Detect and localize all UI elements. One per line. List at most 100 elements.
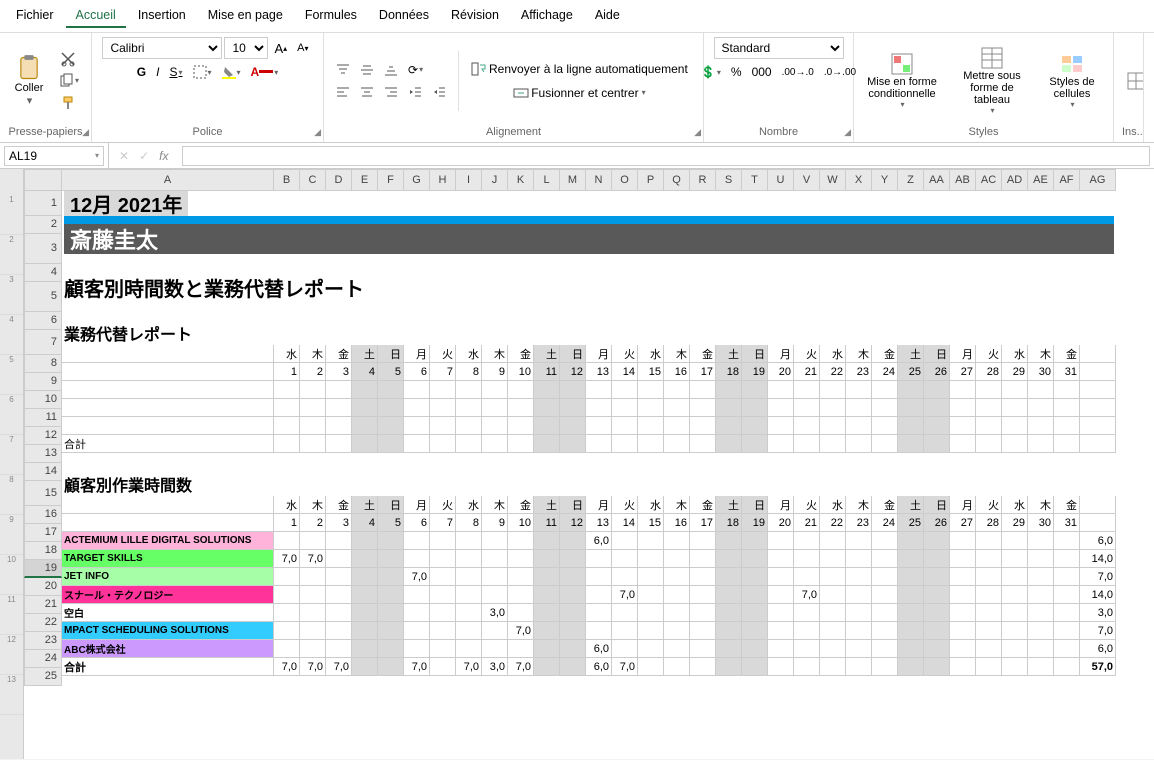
underline-button[interactable]: S▾ [165,63,186,81]
col-header-C[interactable]: C [300,169,326,191]
enter-formula-button[interactable]: ✓ [135,147,153,165]
align-middle-button[interactable] [356,61,378,79]
row-header-22[interactable]: 22 [24,614,62,632]
font-name-select[interactable]: Calibri [102,37,222,59]
comma-button[interactable]: 000 [748,63,776,81]
select-all-corner[interactable] [24,169,62,191]
col-header-K[interactable]: K [508,169,534,191]
col-header-L[interactable]: L [534,169,560,191]
row-header-14[interactable]: 14 [24,463,62,481]
align-bottom-button[interactable] [380,61,402,79]
menu-accueil[interactable]: Accueil [66,4,126,28]
col-header-AF[interactable]: AF [1054,169,1080,191]
col-header-AE[interactable]: AE [1028,169,1054,191]
borders-button[interactable]: ▾ [189,63,216,81]
row-header-11[interactable]: 11 [24,409,62,427]
row-header-5[interactable]: 5 [24,282,62,312]
italic-button[interactable]: I [152,63,163,81]
decrease-font-button[interactable]: A▾ [293,40,312,56]
row-header-8[interactable]: 8 [24,355,62,373]
col-header-P[interactable]: P [638,169,664,191]
format-painter-button[interactable] [54,93,83,113]
row-header-3[interactable]: 3 [24,234,62,264]
menu-donnees[interactable]: Données [369,4,439,28]
col-header-AA[interactable]: AA [924,169,950,191]
col-header-V[interactable]: V [794,169,820,191]
col-header-G[interactable]: G [404,169,430,191]
paste-button[interactable]: Coller ▾ [8,52,50,109]
fill-color-button[interactable]: ▾ [218,63,245,81]
increase-decimal-button[interactable]: .00→.0 [778,65,818,80]
row-header-9[interactable]: 9 [24,373,62,391]
bold-button[interactable]: G [133,63,150,81]
col-header-R[interactable]: R [690,169,716,191]
col-header-J[interactable]: J [482,169,508,191]
row-header-12[interactable]: 12 [24,427,62,445]
align-top-button[interactable] [332,61,354,79]
col-header-B[interactable]: B [274,169,300,191]
col-header-A[interactable]: A [62,169,274,191]
col-header-X[interactable]: X [846,169,872,191]
col-header-AC[interactable]: AC [976,169,1002,191]
font-size-select[interactable]: 10 [224,37,268,59]
col-header-O[interactable]: O [612,169,638,191]
menu-aide[interactable]: Aide [585,4,630,28]
insert-cells-button[interactable] [1122,69,1144,93]
col-header-H[interactable]: H [430,169,456,191]
col-header-I[interactable]: I [456,169,482,191]
col-header-U[interactable]: U [768,169,794,191]
col-header-M[interactable]: M [560,169,586,191]
row-header-18[interactable]: 18 [24,542,62,560]
col-header-F[interactable]: F [378,169,404,191]
fx-button[interactable]: fx [155,147,172,165]
row-header-4[interactable]: 4 [24,264,62,282]
col-header-Y[interactable]: Y [872,169,898,191]
align-left-button[interactable] [332,83,354,101]
col-header-D[interactable]: D [326,169,352,191]
col-header-S[interactable]: S [716,169,742,191]
orientation-button[interactable]: ⟳▾ [404,61,427,79]
clipboard-launcher[interactable]: ◢ [82,127,89,138]
menu-revision[interactable]: Révision [441,4,509,28]
conditional-format-button[interactable]: Mise en forme conditionnelle▾ [862,50,942,111]
col-header-AD[interactable]: AD [1002,169,1028,191]
cancel-formula-button[interactable]: ✕ [115,147,133,165]
menu-affichage[interactable]: Affichage [511,4,583,28]
menu-insertion[interactable]: Insertion [128,4,196,28]
align-center-button[interactable] [356,83,378,101]
row-header-2[interactable]: 2 [24,216,62,234]
formula-input[interactable] [182,146,1150,166]
row-header-1[interactable]: 1 [24,191,62,216]
format-table-button[interactable]: Mettre sous forme de tableau▾ [952,44,1032,117]
cell-styles-button[interactable]: Styles de cellules▾ [1042,50,1102,111]
number-launcher[interactable]: ◢ [844,127,851,138]
font-color-button[interactable]: A▾ [247,63,283,81]
row-header-16[interactable]: 16 [24,506,62,524]
align-right-button[interactable] [380,83,402,101]
row-header-6[interactable]: 6 [24,312,62,330]
spreadsheet-grid[interactable]: 1234567891011121314151617181920212223242… [24,169,1154,759]
name-box[interactable]: AL19▾ [4,146,104,166]
row-header-13[interactable]: 13 [24,445,62,463]
col-header-Z[interactable]: Z [898,169,924,191]
cut-button[interactable] [54,49,83,69]
col-header-T[interactable]: T [742,169,768,191]
row-header-25[interactable]: 25 [24,668,62,686]
copy-button[interactable]: ▾ [54,71,83,91]
col-header-N[interactable]: N [586,169,612,191]
accounting-format-button[interactable]: 💲▾ [697,63,725,81]
menu-fichier[interactable]: Fichier [6,4,64,28]
col-header-AB[interactable]: AB [950,169,976,191]
alignment-launcher[interactable]: ◢ [694,127,701,138]
menu-formules[interactable]: Formules [295,4,367,28]
col-header-W[interactable]: W [820,169,846,191]
percent-button[interactable]: % [727,63,746,81]
increase-indent-button[interactable] [428,83,450,101]
increase-font-button[interactable]: A▴ [270,39,291,58]
col-header-AG[interactable]: AG [1080,169,1116,191]
decrease-indent-button[interactable] [404,83,426,101]
row-header-15[interactable]: 15 [24,481,62,506]
row-header-7[interactable]: 7 [24,330,62,355]
col-header-E[interactable]: E [352,169,378,191]
cells-region[interactable]: 12月 2021年斎藤圭太顧客別時間数と業務代替レポート業務代替レポート水木金土… [62,191,1116,676]
